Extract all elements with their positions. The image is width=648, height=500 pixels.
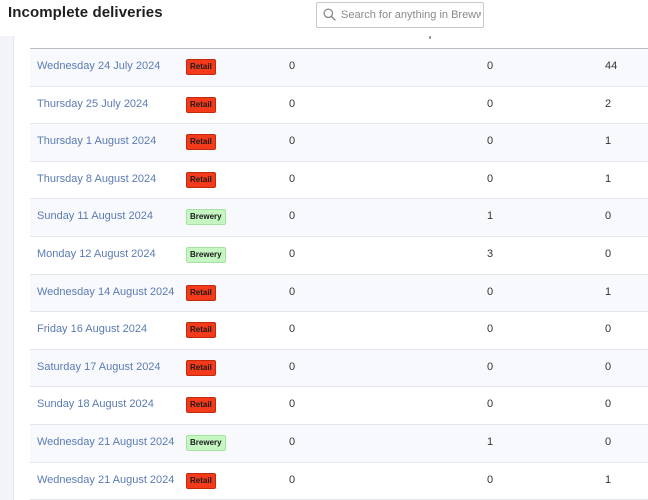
table-row[interactable]: Sunday 18 August 2024 Retail 0 0 0 [30, 387, 648, 425]
type-badge: Retail [186, 96, 216, 113]
count-column-3: 1 [605, 135, 612, 148]
count-column-1: 0 [289, 247, 296, 260]
table-row[interactable]: Friday 16 August 2024 Retail 0 0 0 [30, 312, 648, 350]
type-badge: Retail [186, 322, 216, 339]
count-column-3: 1 [605, 285, 612, 298]
top-bar: Incomplete deliveries [0, 0, 648, 36]
delivery-date-link[interactable]: Wednesday 24 July 2024 [37, 60, 160, 73]
count-column-1: 0 [289, 60, 296, 72]
delivery-type-cell: Retail [186, 359, 216, 376]
count-column-1: 0 [289, 172, 296, 185]
left-rail [0, 36, 14, 500]
count-column-3: 44 [605, 60, 618, 72]
delivery-type-cell: Retail [186, 171, 216, 188]
count-column-1: 0 [289, 97, 296, 110]
count-column-3: 2 [605, 97, 612, 110]
delivery-type-cell: Retail [186, 96, 216, 113]
table-row[interactable]: Thursday 8 August 2024 Retail 0 0 1 [30, 161, 648, 200]
delivery-date-link[interactable]: Saturday 17 August 2024 [37, 361, 161, 374]
type-badge: Brewery [186, 246, 226, 263]
table-row[interactable]: Wednesday 24 July 2024 Retail 0 0 44 [30, 49, 648, 87]
type-badge: Retail [186, 472, 216, 489]
delivery-type-cell: Brewery [186, 246, 226, 263]
delivery-date-link[interactable]: Thursday 1 August 2024 [37, 135, 156, 148]
table-row[interactable]: Thursday 1 August 2024 Retail 0 0 1 [30, 124, 648, 162]
type-badge: Retail [186, 171, 216, 188]
count-column-2: 0 [487, 323, 494, 336]
delivery-date-link[interactable]: Thursday 8 August 2024 [37, 173, 156, 186]
count-column-3: 1 [605, 473, 612, 486]
delivery-type-cell: Retail [186, 322, 216, 339]
delivery-date-link[interactable]: Sunday 18 August 2024 [37, 398, 154, 411]
count-column-2: 0 [487, 135, 494, 148]
count-column-3: 1 [605, 172, 612, 185]
count-column-1: 0 [289, 398, 296, 411]
table-row[interactable]: Wednesday 21 August 2024 Brewery 0 1 0 [30, 424, 648, 463]
count-column-3: 0 [605, 398, 612, 411]
delivery-date-link[interactable]: Wednesday 21 August 2024 [37, 436, 174, 449]
type-badge: Retail [186, 359, 216, 376]
type-badge: Brewery [186, 434, 226, 451]
delivery-type-cell: Retail [186, 134, 216, 151]
delivery-type-cell: Brewery [186, 434, 226, 451]
count-column-1: 0 [289, 285, 296, 298]
count-column-3: 0 [605, 210, 612, 223]
delivery-date-link[interactable]: Friday 16 August 2024 [37, 323, 147, 336]
type-badge: Retail [186, 134, 216, 151]
delivery-date-link[interactable]: Sunday 11 August 2024 [37, 210, 153, 223]
table-body: Wednesday 24 July 2024 Retail 0 0 44 Thursday… [30, 49, 648, 500]
delivery-date-link[interactable]: Wednesday 14 August 2024 [37, 286, 174, 299]
table-row[interactable]: Thursday 25 July 2024 Retail 0 0 2 [30, 86, 648, 125]
count-column-1: 0 [289, 323, 296, 336]
type-badge: Retail [186, 59, 216, 75]
count-column-3: 0 [605, 360, 612, 373]
count-column-2: 0 [487, 398, 494, 411]
type-badge: Retail [186, 397, 216, 414]
count-column-1: 0 [289, 435, 296, 448]
count-column-2: 0 [487, 172, 494, 185]
count-column-2: 0 [487, 473, 494, 486]
count-column-3: 0 [605, 247, 612, 260]
count-column-1: 0 [289, 473, 296, 486]
global-search[interactable] [316, 2, 484, 28]
table-row[interactable]: Wednesday 21 August 2024 Retail 0 0 1 [30, 462, 648, 500]
delivery-date-link[interactable]: Thursday 25 July 2024 [37, 98, 148, 111]
count-column-2: 0 [487, 360, 494, 373]
table-row[interactable]: Sunday 11 August 2024 Brewery 0 1 0 [30, 199, 648, 237]
type-badge: Retail [186, 284, 216, 301]
search-icon [323, 8, 336, 21]
count-column-1: 0 [289, 210, 296, 223]
table-row[interactable]: Monday 12 August 2024 Brewery 0 3 0 [30, 236, 648, 275]
table-row[interactable]: Saturday 17 August 2024 Retail 0 0 0 [30, 349, 648, 388]
delivery-type-cell: Retail [186, 397, 216, 414]
deliveries-table: Wednesday 24 July 2024 Retail 0 0 44 Thursday… [30, 36, 648, 500]
page-title: Incomplete deliveries [8, 4, 163, 21]
delivery-type-cell: Retail [186, 284, 216, 301]
count-column-1: 0 [289, 360, 296, 373]
search-input[interactable] [341, 6, 481, 24]
table-row[interactable]: Wednesday 14 August 2024 Retail 0 0 1 [30, 274, 648, 313]
count-column-2: 1 [487, 435, 494, 448]
count-column-2: 0 [487, 60, 494, 72]
count-column-3: 0 [605, 323, 612, 336]
delivery-type-cell: Brewery [186, 209, 226, 226]
column-header-tick [429, 36, 431, 39]
count-column-2: 0 [487, 285, 494, 298]
delivery-date-link[interactable]: Wednesday 21 August 2024 [37, 474, 174, 487]
count-column-2: 1 [487, 210, 494, 223]
count-column-2: 3 [487, 247, 494, 260]
delivery-date-link[interactable]: Monday 12 August 2024 [37, 248, 156, 261]
type-badge: Brewery [186, 209, 226, 226]
delivery-type-cell: Retail [186, 59, 216, 75]
delivery-type-cell: Retail [186, 472, 216, 489]
count-column-2: 0 [487, 97, 494, 110]
count-column-1: 0 [289, 135, 296, 148]
count-column-3: 0 [605, 435, 612, 448]
